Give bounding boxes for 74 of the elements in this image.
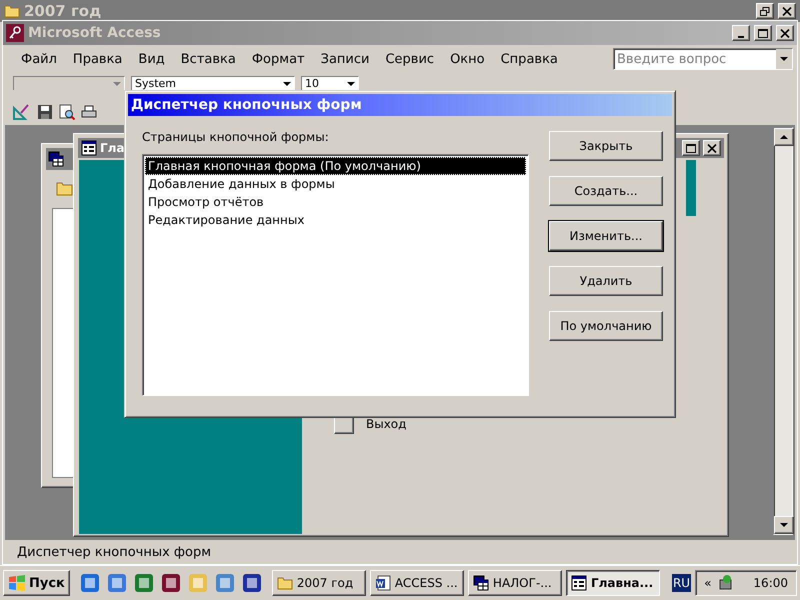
dialog-title: Диспетчер кнопочных форм — [128, 94, 672, 116]
close-icon — [782, 7, 792, 16]
menu-item[interactable]: Окно — [442, 50, 493, 68]
print-icon[interactable] — [81, 104, 97, 120]
maximize-icon — [758, 29, 768, 38]
menu-item[interactable]: Справка — [492, 50, 566, 68]
tray-toggle[interactable]: « — [704, 576, 712, 590]
dropdown-arrow-icon — [283, 82, 291, 86]
object-combo[interactable] — [13, 76, 125, 90]
dropdown-arrow-icon — [780, 57, 788, 61]
menu-item[interactable]: Формат — [244, 50, 313, 68]
database-window-icon — [48, 151, 64, 167]
taskbar-button[interactable]: Главна... — [566, 570, 660, 596]
window-title: Гла — [100, 141, 125, 155]
scroll-up-icon — [780, 135, 788, 139]
dialog-button[interactable]: Закрыть — [549, 131, 663, 161]
scroll-down-icon — [780, 523, 788, 527]
maximize-button[interactable] — [682, 140, 700, 156]
menu-item[interactable]: Записи — [312, 50, 378, 68]
button-label: Выход — [366, 417, 406, 431]
font-size-combo[interactable]: 10 — [301, 76, 359, 90]
scroll-down-button[interactable] — [774, 516, 794, 534]
close-button[interactable] — [776, 25, 794, 41]
folder-icon — [4, 4, 20, 18]
design-icon[interactable] — [13, 104, 31, 120]
window-title: 2007 год — [24, 2, 102, 20]
taskbar-button[interactable]: 2007 год — [272, 570, 366, 596]
menu-item[interactable]: Правка — [64, 50, 130, 68]
folder-icon — [276, 576, 293, 590]
folder-icon — [56, 180, 74, 196]
database-window-icon — [472, 575, 489, 591]
dropdown-arrow-icon — [347, 82, 355, 86]
close-button[interactable] — [703, 140, 721, 156]
status-text: Диспетчер кнопочных форм — [16, 544, 212, 562]
clock: 16:00 — [753, 576, 788, 590]
start-button[interactable]: Пуск — [3, 570, 70, 596]
dropdown-arrow-icon — [113, 82, 121, 86]
restore-icon — [760, 7, 770, 16]
pages-list[interactable]: Главная кнопочная форма (По умолчанию) Добавление данных в формы Просмотр отчётов Редактирование данных — [142, 154, 529, 396]
dialog-button[interactable]: Изменить... — [549, 221, 663, 251]
help-search-field[interactable]: Введите вопрос — [613, 48, 793, 70]
windows-flag-icon — [8, 575, 26, 591]
list-label: Страницы кнопочной формы: — [142, 130, 330, 144]
scroll-up-button[interactable] — [774, 128, 794, 146]
language-indicator[interactable]: RU — [672, 574, 692, 592]
list-item[interactable]: Главная кнопочная форма (По умолчанию) — [145, 157, 526, 175]
form-panel — [686, 160, 696, 216]
list-item[interactable]: Просмотр отчётов — [145, 193, 526, 211]
restore-button[interactable] — [756, 3, 774, 19]
close-icon — [780, 29, 790, 38]
word-document-icon — [374, 575, 391, 591]
taskbar-button[interactable]: НАЛОГ-... — [468, 570, 562, 596]
dialog-button[interactable]: По умолчанию — [549, 311, 663, 341]
taskbar-button[interactable]: ACCESS ... — [370, 570, 464, 596]
dialog-button[interactable]: Удалить — [549, 266, 663, 296]
font-combo[interactable]: System — [131, 76, 295, 90]
dialog-button[interactable]: Создать... — [549, 176, 663, 206]
window-title: Microsoft Access — [28, 25, 162, 41]
minimize-button[interactable] — [732, 25, 750, 41]
menu-item[interactable]: Сервис — [377, 50, 442, 68]
maximize-icon — [686, 144, 696, 153]
menu-item[interactable]: Вид — [130, 50, 173, 68]
maximize-button[interactable] — [754, 25, 772, 41]
list-item[interactable]: Редактирование данных — [145, 211, 526, 229]
close-button[interactable] — [778, 3, 796, 19]
minimize-icon — [738, 36, 744, 38]
save-icon[interactable] — [37, 104, 53, 120]
print-preview-icon[interactable] — [59, 104, 75, 120]
list-item[interactable]: Добавление данных в формы — [145, 175, 526, 193]
form-icon — [81, 140, 97, 156]
form-icon — [570, 575, 587, 591]
menu-item[interactable]: Файл — [13, 50, 65, 68]
menu-item[interactable]: Вставка — [172, 50, 244, 68]
close-icon — [707, 144, 717, 153]
